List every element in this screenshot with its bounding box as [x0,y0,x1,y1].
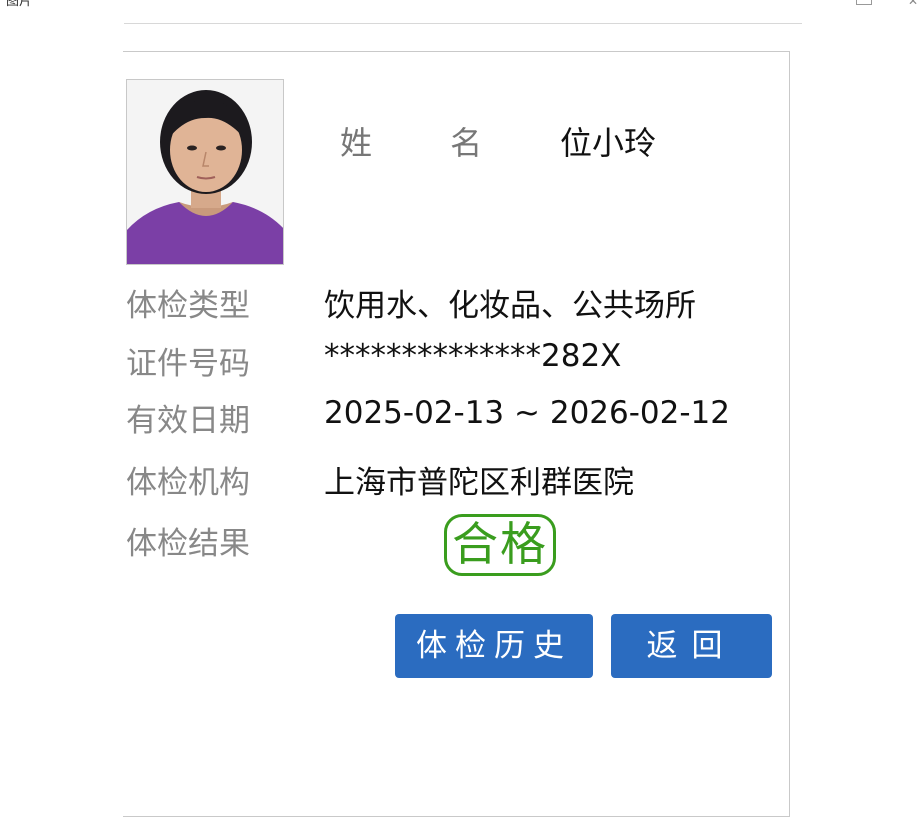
top-divider [124,23,802,24]
minimize-icon[interactable] [856,0,872,5]
qualified-stamp: 合格 [444,514,556,576]
id-photo [126,79,284,265]
back-button[interactable]: 返回 [611,614,772,678]
field-value: 2025-02-13 ~ 2026-02-12 [324,395,730,431]
name-value: 位小玲 [560,124,657,162]
window-title: 图片 [6,0,33,9]
field-label: 体检机构 [126,465,250,501]
field-label: 有效日期 [126,403,250,439]
health-certificate-card: 姓 名 位小玲 体检类型 饮用水、化妆品、公共场所 证件号码 *********… [123,51,790,817]
name-label: 姓 名 [340,124,517,162]
field-label: 体检类型 [126,288,250,324]
field-label: 证件号码 [126,346,250,382]
exam-history-button[interactable]: 体检历史 [395,614,593,678]
field-value: 饮用水、化妆品、公共场所 [324,288,696,324]
field-value: 上海市普陀区利群医院 [324,465,634,501]
close-icon[interactable]: ✕ [908,0,918,8]
field-value: **************282X [324,338,622,374]
field-label: 体检结果 [126,526,250,562]
